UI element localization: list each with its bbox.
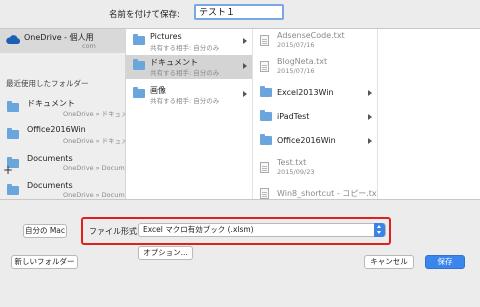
chevron-right-icon (368, 138, 372, 144)
folder-icon (260, 134, 272, 145)
item-label: AdsenseCode.txt (277, 31, 345, 40)
folder-item-documents[interactable]: ドキュメント 共有する相手: 自分のみ (126, 55, 252, 79)
item-label: iPadTest (277, 112, 310, 121)
save-options: 自分の Mac ファイル形式: Excel マクロ有効ブック (.xlsm) オ… (0, 201, 480, 307)
column-documents: AdsenseCode.txt 2015/07/16 BlogNeta.txt … (253, 29, 378, 199)
folder-icon (7, 184, 19, 195)
cancel-button[interactable]: キャンセル (364, 255, 414, 269)
folder-item-excel2013win[interactable]: Excel2013Win (253, 82, 377, 106)
file-format-value: Excel マクロ有効ブック (.xlsm) (143, 225, 254, 234)
save-as-row: 名前を付けて保存: テスト１ (0, 0, 480, 28)
item-sharing: 共有する相手: 自分のみ (150, 97, 220, 105)
sidebar-item-path: OneDrive » ドキュメ... (63, 137, 125, 145)
sidebar-item-documents-2[interactable]: Documents OneDrive » Docume... (0, 180, 125, 199)
folder-icon (133, 59, 145, 70)
save-as-label: 名前を付けて保存: (109, 10, 180, 20)
options-button[interactable]: オプション... (138, 246, 193, 260)
item-label: Win8_shortcut - コピー.txt (277, 189, 378, 198)
file-item-win8-shortcut[interactable]: Win8_shortcut - コピー.txt (253, 182, 377, 199)
document-icon (260, 35, 269, 46)
file-item-test[interactable]: Test.txt 2015/09/23 (253, 156, 377, 180)
account-email: com (82, 42, 96, 50)
item-label: Office2016Win (277, 136, 336, 145)
add-icon[interactable]: + (3, 164, 13, 176)
item-label: Pictures (150, 32, 182, 41)
cloud-icon (5, 35, 21, 47)
sidebar-item-label: Documents (27, 181, 73, 190)
file-item-adsensecode[interactable]: AdsenseCode.txt 2015/07/16 (253, 29, 377, 53)
chevron-right-icon (243, 91, 247, 97)
file-format-select[interactable]: Excel マクロ有効ブック (.xlsm) (138, 223, 386, 237)
folder-icon (260, 110, 272, 121)
file-item-blogneta[interactable]: BlogNeta.txt 2015/07/16 (253, 55, 377, 79)
chevron-right-icon (243, 38, 247, 44)
folder-icon (133, 34, 145, 45)
document-icon (260, 162, 269, 173)
item-sharing: 共有する相手: 自分のみ (150, 44, 220, 52)
sidebar-account[interactable]: OneDrive - 個人用 com (0, 29, 125, 53)
chevron-right-icon (368, 90, 372, 96)
select-stepper-icon (374, 223, 385, 237)
folder-item-images[interactable]: 画像 共有する相手: 自分のみ (126, 83, 252, 107)
folder-icon (7, 101, 19, 112)
sidebar-item-label: Documents (27, 154, 73, 163)
column-onedrive: Pictures 共有する相手: 自分のみ ドキュメント 共有する相手: 自分の… (126, 29, 253, 199)
chevron-right-icon (243, 63, 247, 69)
sidebar-item-documents[interactable]: Documents OneDrive » Docume... (0, 153, 125, 177)
sidebar-item-path: OneDrive » Docume... (63, 191, 125, 199)
sidebar-item-path: OneDrive » ドキュメ... (63, 110, 125, 118)
folder-icon (7, 128, 19, 139)
folder-item-pictures[interactable]: Pictures 共有する相手: 自分のみ (126, 30, 252, 54)
sidebar-item-path: OneDrive » Docume... (63, 164, 125, 172)
item-label: BlogNeta.txt (277, 57, 328, 66)
item-label: Excel2013Win (277, 88, 334, 97)
sidebar-item-documents-jp[interactable]: ドキュメント OneDrive » ドキュメ... (0, 97, 125, 121)
item-date: 2015/07/16 (277, 67, 315, 75)
item-date: 2015/09/23 (277, 168, 315, 176)
folder-item-office2016win[interactable]: Office2016Win (253, 130, 377, 154)
chevron-right-icon (368, 114, 372, 120)
file-browser: OneDrive - 個人用 com 最近使用したフォルダー ドキュメント On… (0, 28, 480, 200)
sidebar-item-office2016win[interactable]: Office2016Win OneDrive » ドキュメ... (0, 124, 125, 148)
folder-icon (260, 86, 272, 97)
item-label: Test.txt (277, 158, 307, 167)
document-icon (260, 61, 269, 72)
item-sharing: 共有する相手: 自分のみ (150, 69, 220, 77)
document-icon (260, 188, 269, 199)
sidebar: OneDrive - 個人用 com 最近使用したフォルダー ドキュメント On… (0, 29, 126, 199)
save-button[interactable]: 保存 (425, 255, 465, 269)
new-folder-button[interactable]: 新しいフォルダー (11, 255, 78, 269)
recent-folders-heading: 最近使用したフォルダー (6, 79, 89, 88)
folder-icon (133, 87, 145, 98)
sidebar-item-label: Office2016Win (27, 125, 86, 134)
item-date: 2015/07/16 (277, 41, 315, 49)
filename-input[interactable]: テスト１ (194, 4, 284, 20)
my-mac-button[interactable]: 自分の Mac (23, 224, 67, 238)
folder-item-ipadtest[interactable]: iPadTest (253, 106, 377, 130)
file-format-label: ファイル形式: (89, 227, 140, 236)
